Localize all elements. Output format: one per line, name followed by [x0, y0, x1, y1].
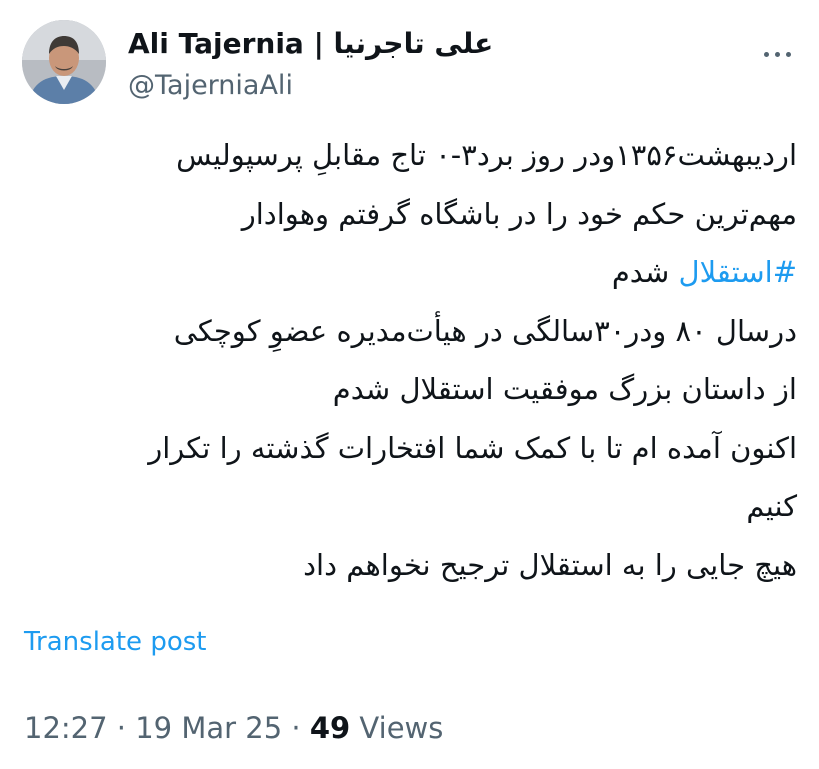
tweet-line: اردیبهشت۱۳۵۶ودر روز برد۳-۰ تاج مقابلِ پر…: [176, 138, 797, 172]
tweet-line: هیچ جایی را به استقلال ترجیح نخواهم داد: [303, 547, 797, 582]
tweet-line: از داستان بزرگ موفقیت استقلال شدم: [332, 372, 797, 406]
meta-separator: ·: [107, 711, 136, 745]
translate-post-link[interactable]: Translate post: [24, 624, 206, 660]
post-time[interactable]: 12:27: [24, 711, 108, 745]
more-horizontal-icon: [785, 51, 791, 57]
more-horizontal-icon: [774, 51, 780, 57]
views-label: Views: [350, 711, 444, 745]
tweet-line: #استقلال شدم: [22, 243, 797, 302]
hashtag-link[interactable]: #استقلال: [679, 255, 797, 289]
display-name[interactable]: Ali Tajernia | علی تاجرنیا: [128, 24, 493, 64]
tweet-line: مهم‌ترین حکم خود را در باشگاه گرفتم وهوا…: [241, 196, 797, 231]
post-date[interactable]: 19 Mar 25: [135, 711, 282, 745]
avatar[interactable]: [22, 20, 106, 104]
tweet-metadata: 12:27 · 19 Mar 25 · 49 Views: [24, 708, 443, 748]
tweet-line: کنیم: [746, 489, 797, 523]
more-options-button[interactable]: [755, 44, 799, 64]
more-horizontal-icon: [763, 51, 769, 57]
meta-separator: ·: [282, 711, 310, 745]
tweet-line: اکنون آمده ام تا با کمک شما افتخارات گذش…: [148, 430, 797, 465]
views-count: 49: [309, 711, 351, 745]
user-handle[interactable]: @TajerniaAli: [128, 68, 293, 104]
tweet-text: اردیبهشت۱۳۵۶ودر روز برد۳-۰ تاج مقابلِ پر…: [22, 126, 797, 594]
tweet-line-text: شدم: [611, 255, 679, 289]
profile-photo-icon: [22, 20, 106, 104]
tweet-line: درسال ۸۰ ودر۳۰سالگی در هیأت‌مدیره عضوِ ک…: [173, 313, 797, 348]
